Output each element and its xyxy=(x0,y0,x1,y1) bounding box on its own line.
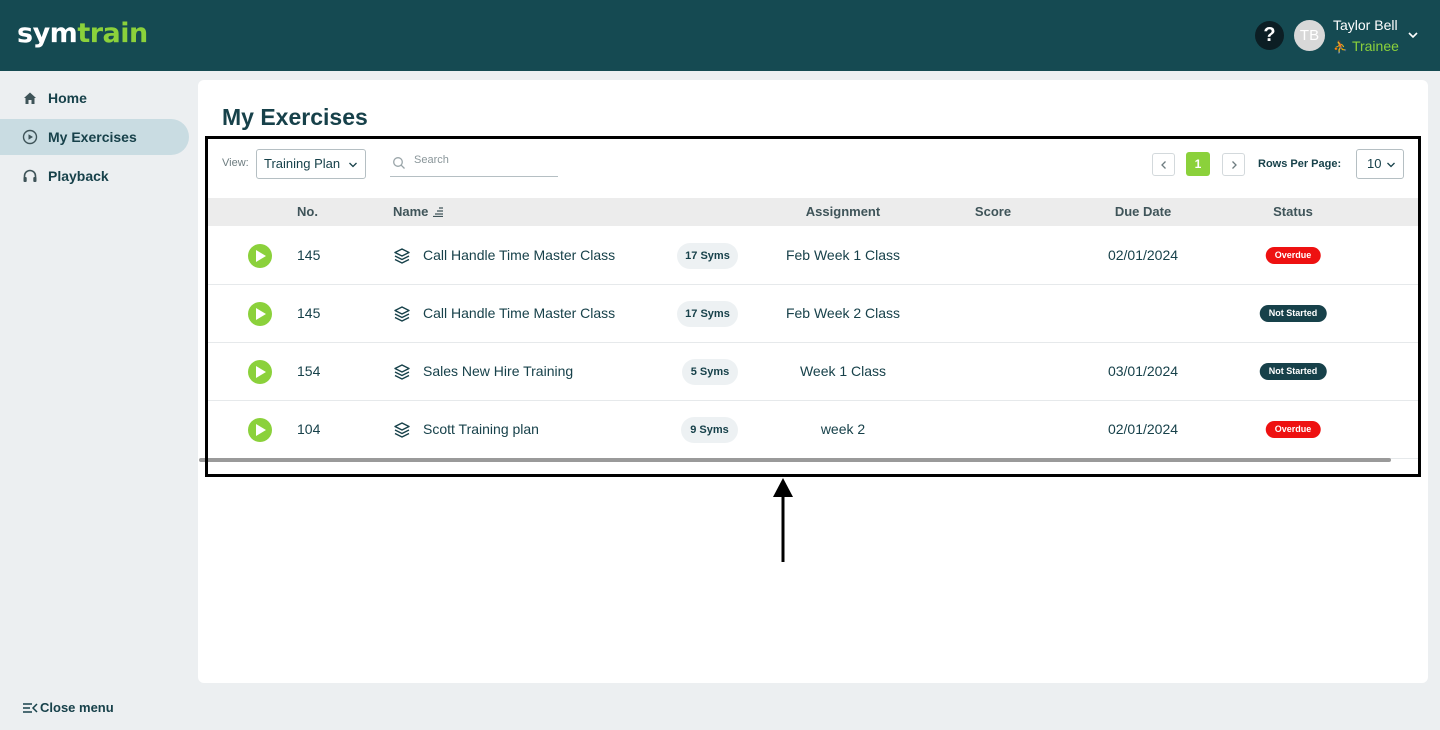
home-icon xyxy=(24,92,36,104)
sidebar-item-home[interactable]: Home xyxy=(0,80,189,116)
trainee-icon: ⛹ xyxy=(1333,40,1348,54)
sidebar-item-playback[interactable]: Playback xyxy=(0,158,189,194)
avatar[interactable]: TB xyxy=(1294,20,1325,51)
help-button[interactable]: ? xyxy=(1255,21,1284,50)
collapse-menu-icon xyxy=(23,702,38,713)
page-title: My Exercises xyxy=(222,104,368,130)
annotation-highlight-box xyxy=(205,136,1421,477)
chevron-down-icon[interactable] xyxy=(1406,28,1420,42)
sidebar-item-my-exercises[interactable]: My Exercises xyxy=(0,119,189,155)
annotation-arrow-icon xyxy=(773,478,793,562)
sidebar: Home My Exercises Playback Close menu xyxy=(0,71,198,730)
user-name: Taylor Bell xyxy=(1333,17,1398,33)
close-menu-button[interactable]: Close menu xyxy=(22,700,114,715)
user-role: ⛹ Trainee xyxy=(1333,38,1399,54)
headphones-icon xyxy=(23,169,37,182)
play-circle-icon xyxy=(22,129,38,145)
symtrain-logo[interactable]: symtrain xyxy=(17,18,148,49)
top-bar: symtrain ? TB Taylor Bell ⛹ Trainee xyxy=(0,0,1440,71)
